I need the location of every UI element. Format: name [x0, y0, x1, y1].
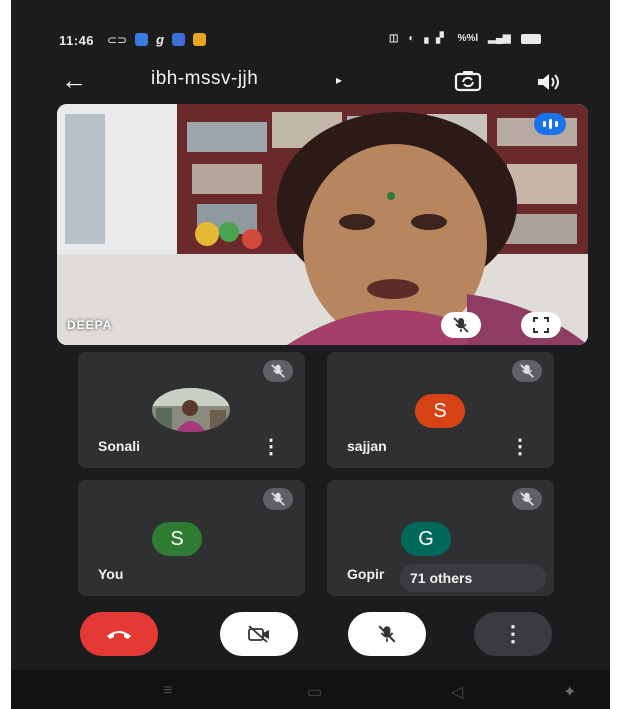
phone-screen: 11:46 ⊂⊃ g ◫ ◐ ▖▗▘ %%l ▂▄▆ ← ibh-mssv-jj… — [11, 0, 610, 709]
system-navigation-bar: ≡ ▭ ◁ ✦ — [11, 670, 610, 709]
home-nav-icon[interactable]: ▭ — [307, 682, 322, 702]
participant-options-icon[interactable]: ⋮ — [510, 437, 530, 457]
call-controls: ⋮ — [11, 606, 610, 670]
main-speaker-video[interactable]: DEEPA — [57, 104, 588, 345]
mic-off-icon — [263, 488, 293, 510]
message-notification-icon — [172, 33, 186, 46]
meeting-info-caret-icon[interactable]: ▸ — [336, 73, 342, 87]
more-vert-icon: ⋮ — [502, 621, 524, 646]
assistant-nav-icon[interactable]: ✦ — [563, 682, 576, 702]
sync-icon: ⊂⊃ — [107, 32, 128, 47]
mic-off-icon — [263, 360, 293, 382]
speaker-volume-icon[interactable] — [531, 68, 565, 96]
signal-icon: ▖▗▘ — [424, 33, 448, 44]
participant-name: sajjan — [347, 438, 387, 454]
switch-camera-icon[interactable] — [451, 66, 485, 96]
back-arrow-icon[interactable]: ← — [61, 66, 87, 94]
participant-initial-avatar: G — [401, 522, 451, 556]
speaking-indicator-icon — [534, 113, 566, 135]
microphone-toggle-button[interactable] — [348, 612, 426, 656]
signal-strength-icon: ▂▄▆ — [488, 33, 511, 44]
yellow-notification-icon — [193, 33, 207, 46]
participant-initial-avatar: S — [152, 522, 202, 556]
participant-tile-sajjan[interactable]: S sajjan ⋮ — [327, 352, 554, 468]
participant-tile-you[interactable]: S You — [78, 480, 305, 596]
mic-off-icon — [512, 488, 542, 510]
speaker-mic-off-icon[interactable] — [441, 312, 481, 338]
g-notification-icon: g — [156, 32, 165, 47]
meeting-code-title[interactable]: ibh-mssv-jjh — [151, 68, 258, 90]
battery-icon — [520, 33, 541, 44]
participant-name: Gopir — [347, 566, 385, 582]
end-call-button[interactable] — [80, 612, 158, 656]
vibrate-icon: ◫ — [389, 33, 399, 44]
app-notification-icon — [135, 33, 149, 46]
participant-name: Sonali — [98, 438, 141, 454]
mic-off-icon — [378, 625, 396, 643]
participant-photo-avatar — [152, 388, 230, 432]
notification-icons: ⊂⊃ g — [107, 32, 207, 47]
others-count-pill[interactable]: 71 others — [400, 564, 546, 592]
hang-up-icon — [107, 631, 131, 639]
more-options-button[interactable]: ⋮ — [474, 612, 552, 656]
camera-toggle-button[interactable] — [220, 612, 298, 656]
status-indicators: ◫ ◐ ▖▗▘ %%l ▂▄▆ — [389, 33, 541, 44]
speaker-video-frame — [57, 104, 588, 345]
menu-nav-icon[interactable]: ≡ — [163, 682, 172, 700]
speaker-name-label: DEEPA — [67, 318, 113, 332]
mic-off-icon — [512, 360, 542, 382]
status-time: 11:46 — [59, 33, 95, 48]
screenshot-border-right — [610, 0, 621, 709]
participant-initial-avatar: S — [415, 394, 465, 428]
fullscreen-icon[interactable] — [521, 312, 561, 338]
alarm-icon: ◐ — [408, 33, 415, 44]
screenshot-border-left — [0, 0, 11, 709]
camera-off-icon — [248, 625, 269, 643]
participant-options-icon[interactable]: ⋮ — [261, 437, 281, 457]
participant-tile-sonali[interactable]: Sonali ⋮ — [78, 352, 305, 468]
network-signal-icon: %%l — [457, 33, 479, 44]
participant-name: You — [98, 566, 124, 582]
status-bar: 11:46 ⊂⊃ g ◫ ◐ ▖▗▘ %%l ▂▄▆ — [11, 24, 610, 60]
meeting-top-bar: ← ibh-mssv-jjh ▸ — [11, 60, 610, 104]
back-nav-icon[interactable]: ◁ — [451, 682, 463, 702]
